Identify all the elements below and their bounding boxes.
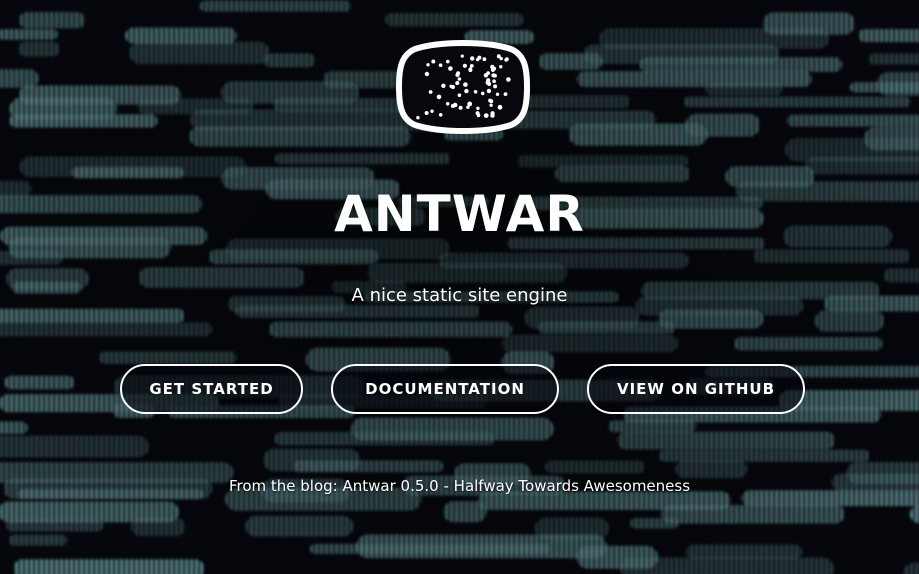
- blog-post-link[interactable]: Antwar 0.5.0 - Halfway Towards Awesomene…: [343, 477, 691, 495]
- blog-prefix: From the blog:: [228, 477, 343, 495]
- blog-announcement: From the blog: Antwar 0.5.0 - Halfway To…: [0, 475, 919, 497]
- site-title: ANTWAR: [334, 185, 585, 243]
- view-on-github-button[interactable]: VIEW ON GITHUB: [587, 364, 805, 414]
- hero-section: ANTWAR A nice static site engine GET STA…: [0, 0, 919, 574]
- get-started-button[interactable]: GET STARTED: [120, 364, 303, 414]
- documentation-button[interactable]: DOCUMENTATION: [331, 364, 559, 414]
- site-tagline: A nice static site engine: [351, 285, 568, 306]
- ant-swarm-logo-icon[interactable]: [395, 39, 531, 135]
